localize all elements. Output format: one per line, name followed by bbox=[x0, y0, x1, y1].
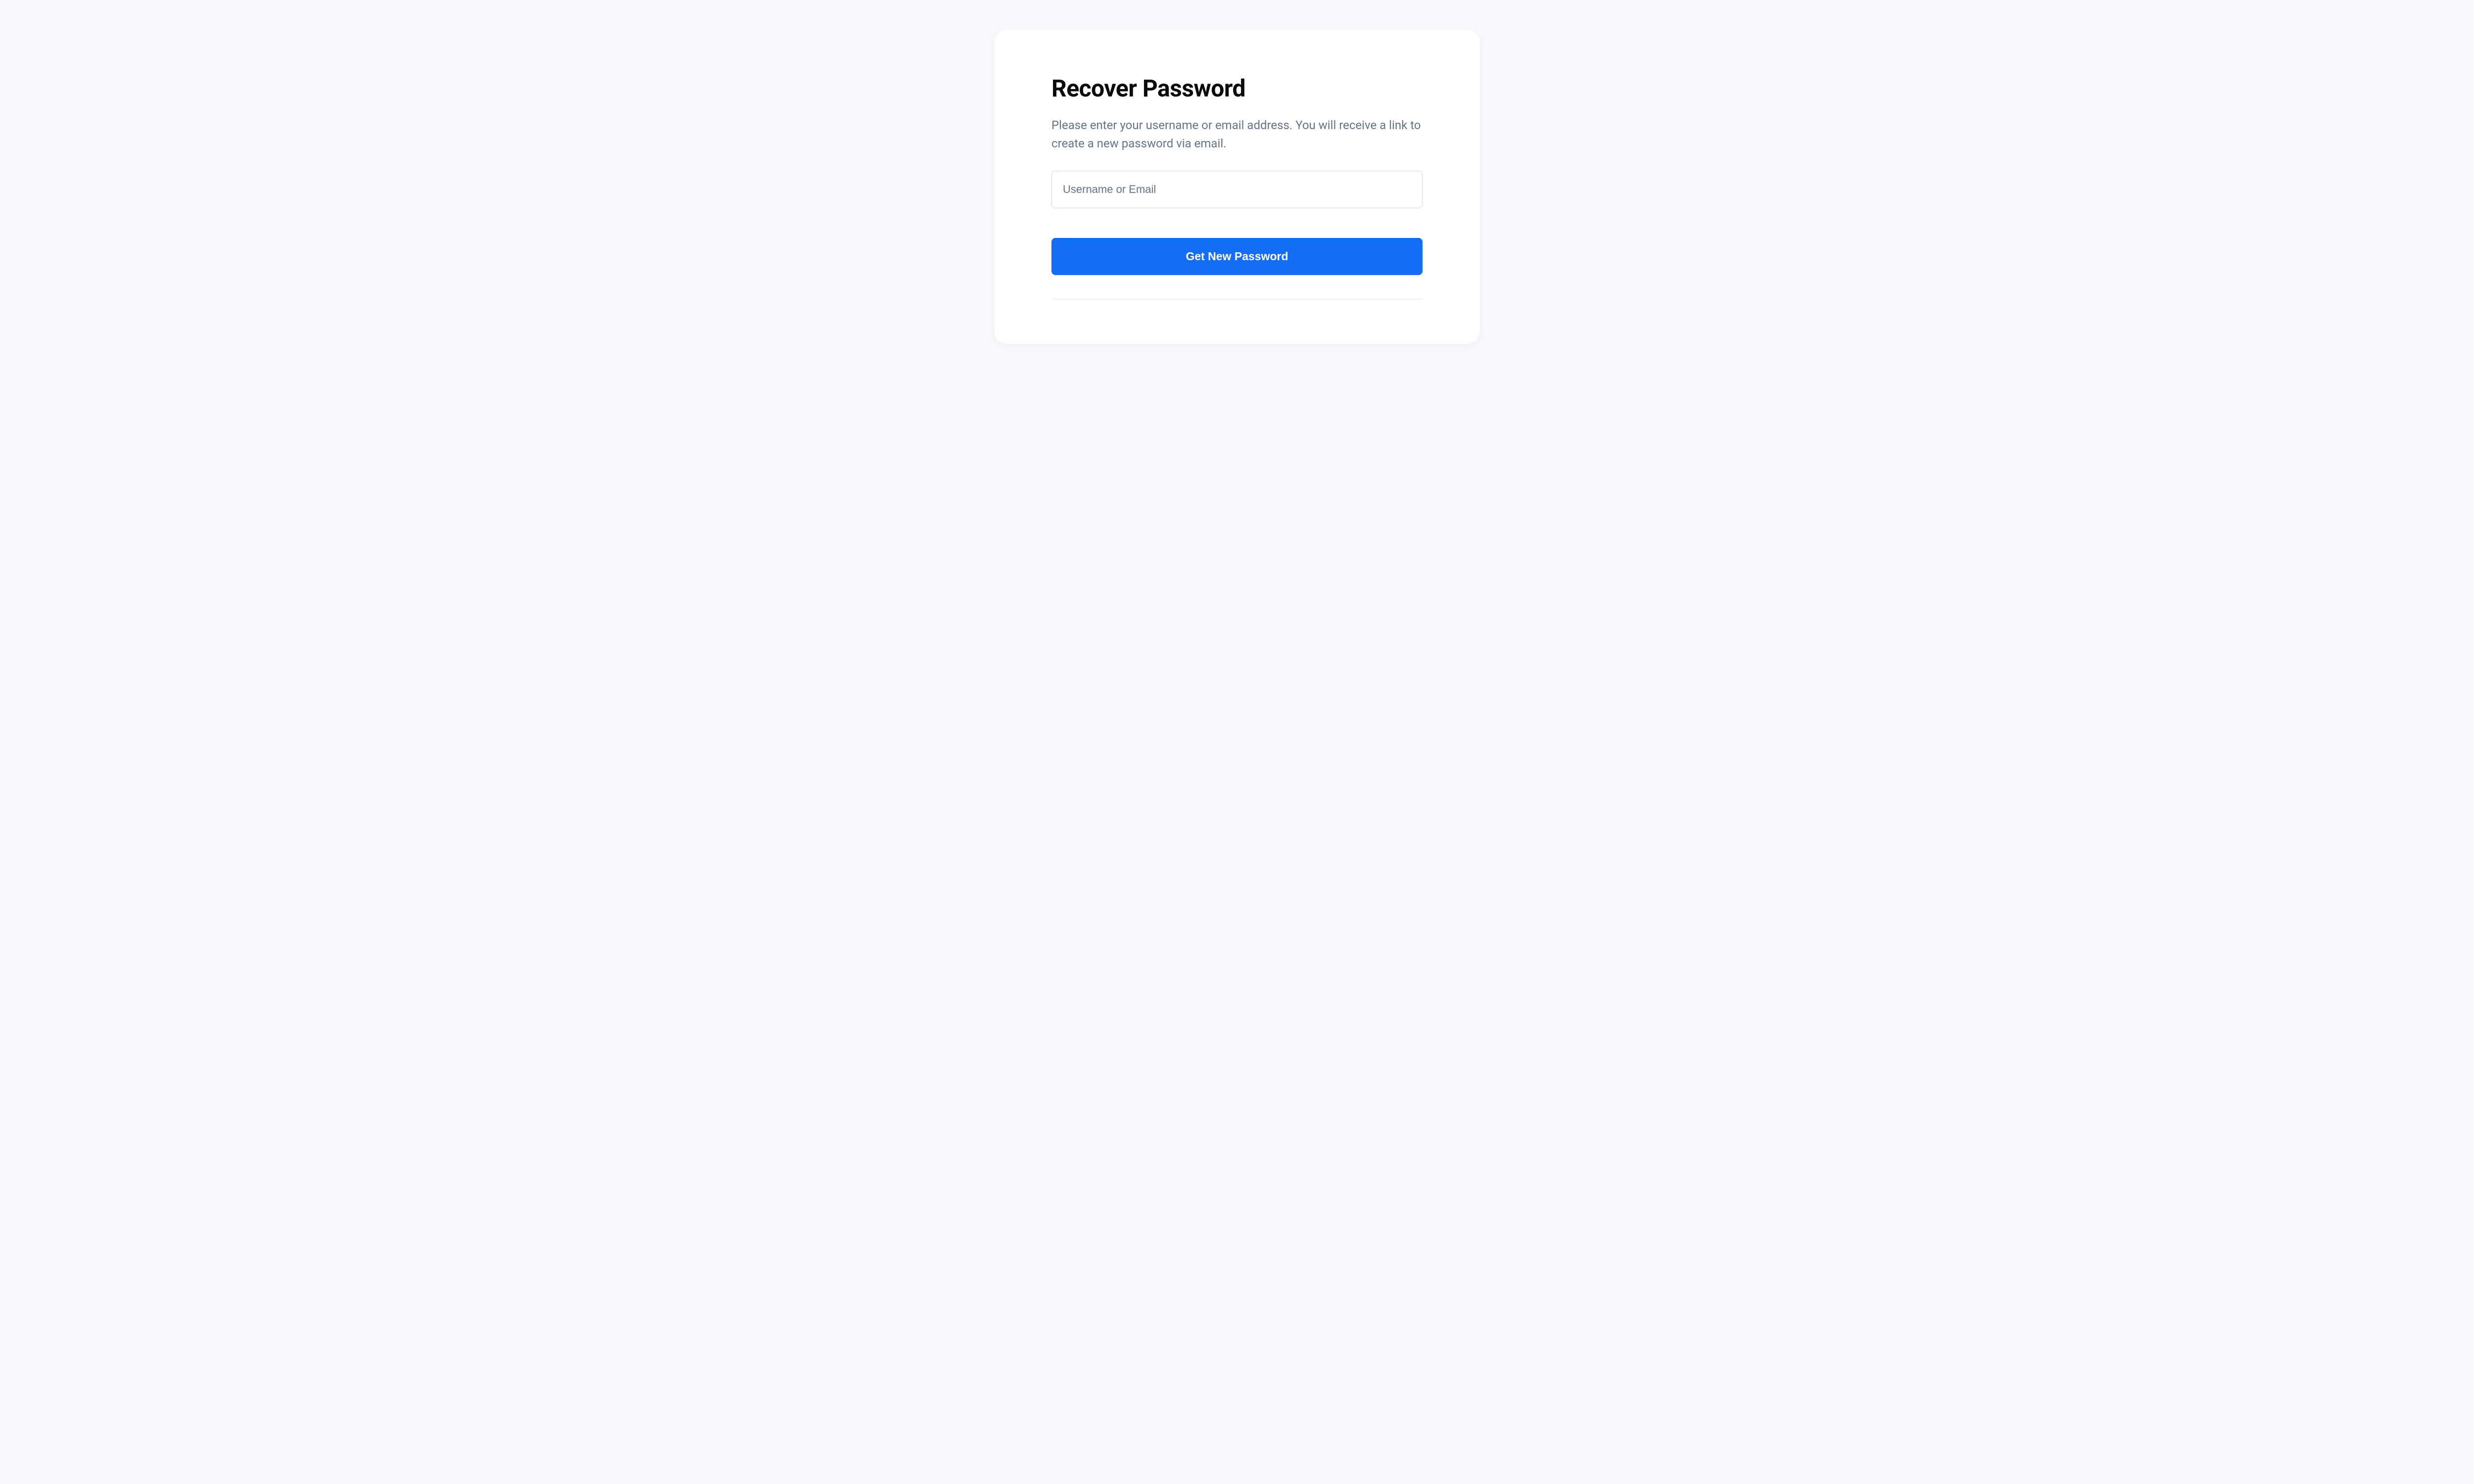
page-title: Recover Password bbox=[1051, 74, 1423, 102]
recover-password-card: Recover Password Please enter your usern… bbox=[995, 30, 1479, 344]
username-email-input[interactable] bbox=[1051, 171, 1423, 208]
get-new-password-button[interactable]: Get New Password bbox=[1051, 238, 1423, 275]
page-subtitle: Please enter your username or email addr… bbox=[1051, 116, 1423, 153]
